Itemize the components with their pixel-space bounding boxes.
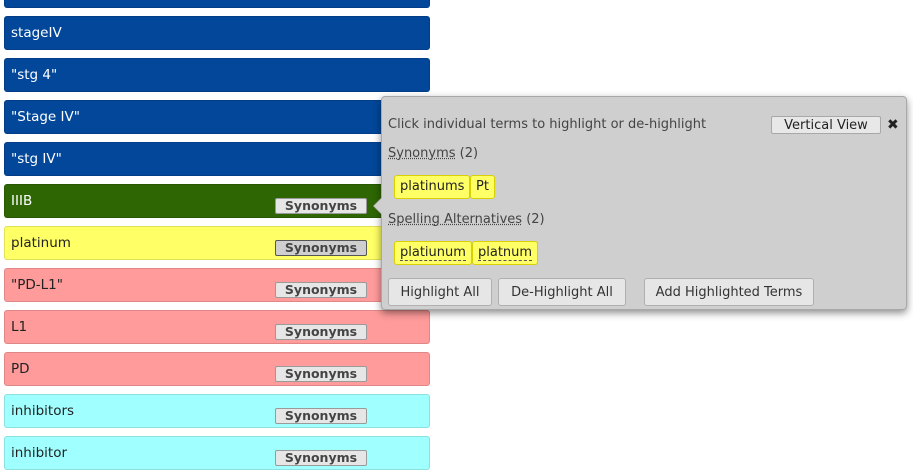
spelling-heading: Spelling Alternatives (2) bbox=[388, 212, 545, 227]
term-row[interactable]: PD Synonyms bbox=[4, 352, 430, 386]
term-label: L1 bbox=[11, 319, 27, 335]
term-row[interactable]: "stg IV" bbox=[4, 142, 430, 176]
term-row[interactable]: "PD-L1" Synonyms bbox=[4, 268, 430, 302]
term-label: "PD-L1" bbox=[11, 277, 63, 293]
synonyms-button[interactable]: Synonyms bbox=[275, 450, 367, 466]
term-row[interactable]: L1 Synonyms bbox=[4, 310, 430, 344]
synonyms-button[interactable]: Synonyms bbox=[275, 198, 367, 214]
popover-arrow bbox=[373, 197, 382, 215]
term-row[interactable]: stageIV bbox=[4, 16, 430, 50]
term-label: "stg 4" bbox=[11, 67, 57, 83]
term-label: inhibitor bbox=[11, 445, 67, 461]
term-row[interactable] bbox=[4, 0, 430, 8]
synonyms-count: (2) bbox=[460, 146, 478, 161]
close-icon[interactable]: ✖ bbox=[887, 117, 899, 133]
synonyms-heading: Synonyms (2) bbox=[388, 146, 478, 161]
synonym-chip[interactable]: Pt bbox=[470, 175, 495, 199]
synonyms-button[interactable]: Synonyms bbox=[275, 240, 367, 256]
term-label: stageIV bbox=[11, 25, 62, 41]
term-row[interactable]: "stg 4" bbox=[4, 58, 430, 92]
term-row[interactable]: inhibitors Synonyms bbox=[4, 394, 430, 428]
term-label: IIIB bbox=[11, 193, 32, 209]
spelling-heading-label: Spelling Alternatives bbox=[388, 212, 522, 227]
synonyms-button[interactable]: Synonyms bbox=[275, 282, 367, 298]
term-label: inhibitors bbox=[11, 403, 74, 419]
term-row[interactable]: inhibitor Synonyms bbox=[4, 436, 430, 470]
spelling-chips: platiunum platnum bbox=[394, 241, 874, 265]
term-label: platinum bbox=[11, 235, 71, 251]
add-highlighted-terms-button[interactable]: Add Highlighted Terms bbox=[644, 278, 814, 306]
synonym-chips: platinums Pt bbox=[394, 175, 874, 199]
synonym-chip[interactable]: platinums bbox=[394, 175, 470, 199]
term-row[interactable]: "Stage IV" bbox=[4, 100, 430, 134]
synonyms-heading-label: Synonyms bbox=[388, 146, 456, 161]
dehighlight-all-button[interactable]: De-Highlight All bbox=[498, 278, 626, 306]
spelling-count: (2) bbox=[526, 212, 544, 227]
term-label: "stg IV" bbox=[11, 151, 62, 167]
vertical-view-button[interactable]: Vertical View bbox=[771, 116, 881, 134]
synonyms-popover: Click individual terms to highlight or d… bbox=[381, 96, 907, 310]
spelling-chip[interactable]: platiunum bbox=[394, 241, 472, 265]
term-row[interactable]: IIIB Synonyms bbox=[4, 184, 430, 218]
popover-instruction: Click individual terms to highlight or d… bbox=[388, 117, 706, 132]
term-row[interactable]: platinum Synonyms bbox=[4, 226, 430, 260]
term-label: "Stage IV" bbox=[11, 109, 80, 125]
synonyms-button[interactable]: Synonyms bbox=[275, 408, 367, 424]
spelling-chip[interactable]: platnum bbox=[472, 241, 538, 265]
term-label: PD bbox=[11, 361, 30, 377]
highlight-all-button[interactable]: Highlight All bbox=[388, 278, 492, 306]
synonyms-button[interactable]: Synonyms bbox=[275, 366, 367, 382]
synonyms-button[interactable]: Synonyms bbox=[275, 324, 367, 340]
